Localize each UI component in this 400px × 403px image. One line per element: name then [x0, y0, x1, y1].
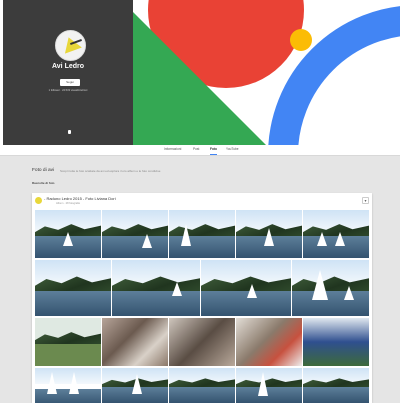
album-photo[interactable] — [35, 318, 101, 366]
section-description: Scopri tutte le foto scattate da avi ed … — [60, 169, 161, 173]
album-subtitle: Album · 28 fotografie — [56, 202, 81, 205]
album-photo[interactable] — [169, 368, 235, 403]
album-photo[interactable] — [35, 260, 111, 316]
album-photo[interactable] — [102, 368, 168, 403]
tab-post[interactable]: Post — [193, 146, 199, 155]
cover-green-triangle — [133, 12, 266, 145]
avatar[interactable] — [55, 30, 86, 61]
album-photo[interactable] — [236, 210, 302, 258]
album-photo[interactable] — [35, 210, 101, 258]
section-subheading: Raccolte di foto — [32, 181, 55, 185]
follow-button[interactable]: Segui — [60, 79, 80, 86]
album-photo[interactable] — [201, 260, 291, 316]
cover-yellow-dot — [290, 29, 312, 51]
album-photo[interactable] — [303, 210, 369, 258]
profile-meta: 1 follower · 24.533 visualizzazioni — [48, 89, 88, 92]
chevron-down-icon[interactable]: ▾ — [362, 197, 369, 204]
album-header: - Raduno Ledro 2015 - Foto Liviana Dori … — [32, 193, 372, 209]
album-card[interactable]: - Raduno Ledro 2015 - Foto Liviana Dori … — [32, 193, 372, 403]
album-photo[interactable] — [35, 368, 101, 403]
cover-banner: Avi Ledro Segui 1 follower · 24.533 visu… — [0, 0, 400, 145]
album-logo-icon — [35, 197, 42, 204]
tab-informazioni[interactable]: Informazioni — [164, 146, 181, 155]
profile-card: Avi Ledro Segui 1 follower · 24.533 visu… — [3, 0, 133, 145]
mouse-cursor-icon — [68, 130, 71, 134]
album-photo[interactable] — [112, 260, 200, 316]
profile-name: Avi Ledro — [51, 63, 85, 70]
album-photo[interactable] — [303, 368, 369, 403]
album-photo[interactable] — [236, 368, 302, 403]
album-title[interactable]: - Raduno Ledro 2015 - Foto Liviana Dori — [44, 196, 116, 201]
album-photo[interactable] — [236, 318, 302, 366]
album-photo[interactable] — [169, 210, 235, 258]
tab-foto[interactable]: Foto — [210, 146, 217, 155]
section-title: Foto di avi — [32, 168, 55, 173]
album-photo[interactable] — [303, 318, 369, 366]
album-photo[interactable] — [169, 318, 235, 366]
profile-tabs: Informazioni Post Foto YouTube — [0, 145, 400, 156]
album-photo[interactable] — [292, 260, 369, 316]
album-photo[interactable] — [102, 318, 168, 366]
tab-youtube[interactable]: YouTube — [226, 146, 239, 155]
album-photo[interactable] — [102, 210, 168, 258]
